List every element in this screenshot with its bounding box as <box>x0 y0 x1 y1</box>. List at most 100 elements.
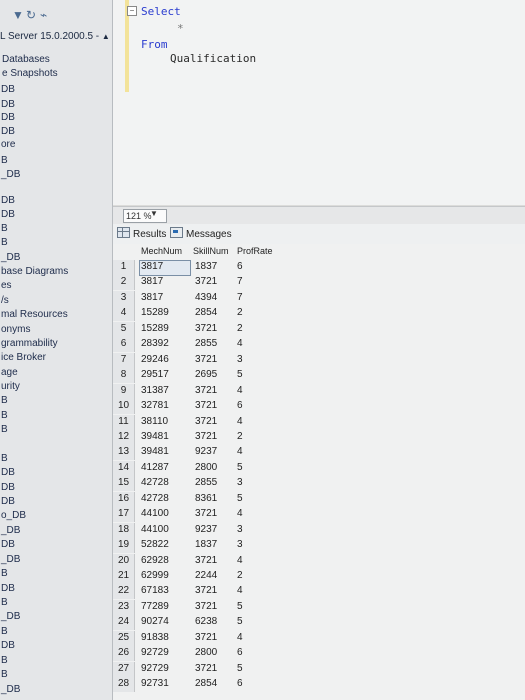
collapse-icon[interactable]: − <box>127 6 137 16</box>
table-row[interactable]: 16 42728 8361 5 <box>113 491 525 508</box>
row-number[interactable]: 19 <box>113 538 135 554</box>
table-cell[interactable]: 3721 <box>195 399 217 413</box>
table-row[interactable]: 2 3817 3721 7 <box>113 275 525 291</box>
table-cell[interactable]: 4 <box>237 445 243 459</box>
table-cell[interactable]: 39481 <box>141 445 169 459</box>
tree-node[interactable]: B <box>1 223 8 234</box>
tree-node[interactable]: o_DB <box>1 510 26 521</box>
row-number[interactable]: 21 <box>113 569 135 584</box>
tree-node[interactable]: mal Resources <box>1 309 68 320</box>
row-number[interactable]: 7 <box>113 352 135 368</box>
table-row[interactable]: 7 29246 3721 3 <box>113 352 525 369</box>
chevron-down-icon[interactable]: ▼ <box>150 209 158 218</box>
table-cell[interactable]: 4394 <box>195 291 217 305</box>
row-number[interactable]: 28 <box>113 677 135 693</box>
tree-node[interactable]: _DB <box>1 525 20 536</box>
table-cell[interactable]: 7 <box>237 275 243 289</box>
table-cell[interactable]: 2 <box>237 322 243 336</box>
row-number[interactable]: 15 <box>113 476 135 492</box>
table-cell[interactable]: 4 <box>237 337 243 351</box>
tree-node[interactable]: DB <box>1 539 15 550</box>
table-cell[interactable]: 9237 <box>195 523 217 537</box>
tree-node[interactable]: DB <box>1 209 15 220</box>
tree-node[interactable]: urity <box>1 381 20 392</box>
query-editor[interactable]: − Select * From Qualification <box>113 0 525 205</box>
table-cell[interactable]: 3721 <box>195 662 217 676</box>
table-cell[interactable]: 2800 <box>195 461 217 475</box>
table-cell[interactable]: 29517 <box>141 368 169 382</box>
server-node[interactable]: L Server 15.0.2000.5 - ▲ <box>0 31 112 42</box>
table-row[interactable]: 15 42728 2855 3 <box>113 476 525 492</box>
row-number[interactable]: 26 <box>113 646 135 662</box>
tree-node[interactable]: es <box>1 280 12 291</box>
table-cell[interactable]: 62999 <box>141 569 169 583</box>
row-number[interactable]: 3 <box>113 290 135 306</box>
table-cell[interactable]: 4 <box>237 554 243 568</box>
table-cell[interactable]: 90274 <box>141 615 169 629</box>
table-row[interactable]: 27 92729 3721 5 <box>113 661 525 678</box>
tree-node[interactable]: DB <box>1 112 15 123</box>
tree-node[interactable]: _DB <box>1 169 20 180</box>
table-row[interactable]: 8 29517 2695 5 <box>113 368 525 384</box>
funnel-icon[interactable]: ▼ <box>12 8 24 22</box>
tree-node[interactable]: grammability <box>1 338 58 349</box>
column-header-profrate[interactable]: ProfRate <box>237 246 273 259</box>
table-cell[interactable]: 3721 <box>195 275 217 289</box>
tree-node[interactable]: B <box>1 155 8 166</box>
table-cell[interactable]: 5 <box>237 615 243 629</box>
table-cell[interactable]: 2244 <box>195 569 217 583</box>
table-row[interactable]: 10 32781 3721 6 <box>113 399 525 415</box>
table-cell[interactable]: 1837 <box>195 538 217 552</box>
tree-node[interactable]: B <box>1 669 8 680</box>
table-cell[interactable]: 2854 <box>195 306 217 320</box>
table-cell[interactable]: 3721 <box>195 554 217 568</box>
table-cell[interactable]: 15289 <box>141 306 169 320</box>
row-number[interactable]: 23 <box>113 599 135 615</box>
table-cell[interactable]: 44100 <box>141 507 169 521</box>
table-cell[interactable]: 2855 <box>195 476 217 490</box>
tree-node[interactable]: DB <box>1 496 15 507</box>
row-number[interactable]: 6 <box>113 337 135 353</box>
tree-node[interactable]: B <box>1 655 8 666</box>
table-cell[interactable]: 9237 <box>195 445 217 459</box>
table-cell[interactable]: 15289 <box>141 322 169 336</box>
table-cell[interactable]: 3 <box>237 538 243 552</box>
table-row[interactable]: 22 67183 3721 4 <box>113 584 525 600</box>
table-cell[interactable]: 5 <box>237 492 243 506</box>
column-header-skillnum[interactable]: SkillNum <box>193 246 229 259</box>
table-cell[interactable]: 92729 <box>141 646 169 660</box>
table-row[interactable]: 20 62928 3721 4 <box>113 553 525 570</box>
table-row[interactable]: 21 62999 2244 2 <box>113 569 525 585</box>
table-cell[interactable]: 6 <box>237 646 243 660</box>
table-row[interactable]: 11 38110 3721 4 <box>113 414 525 431</box>
tree-node[interactable]: age <box>1 367 18 378</box>
table-cell[interactable]: 2800 <box>195 646 217 660</box>
table-cell[interactable]: 5 <box>237 461 243 475</box>
tree-node[interactable]: DB <box>1 467 15 478</box>
table-cell[interactable]: 52822 <box>141 538 169 552</box>
table-cell[interactable]: 2854 <box>195 677 217 691</box>
table-row[interactable]: 13 39481 9237 4 <box>113 445 525 461</box>
table-cell[interactable]: 92729 <box>141 662 169 676</box>
tree-node[interactable]: _DB <box>1 684 20 695</box>
table-cell[interactable]: 44100 <box>141 523 169 537</box>
table-cell[interactable]: 3 <box>237 476 243 490</box>
tree-node[interactable]: B <box>1 626 8 637</box>
tree-node[interactable]: _DB <box>1 252 20 263</box>
tree-node[interactable]: B <box>1 568 8 579</box>
table-cell[interactable]: 67183 <box>141 584 169 598</box>
table-cell[interactable]: 6 <box>237 399 243 413</box>
table-cell[interactable]: 2855 <box>195 337 217 351</box>
table-row[interactable]: 5 15289 3721 2 <box>113 321 525 338</box>
table-cell[interactable]: 1837 <box>195 260 217 274</box>
table-row[interactable]: 9 31387 3721 4 <box>113 383 525 400</box>
table-cell[interactable]: 29246 <box>141 353 169 367</box>
tree-node[interactable]: /s <box>1 295 9 306</box>
results-grid[interactable]: MechNum SkillNum ProfRate 1 3817 1837 6 2 381… <box>113 244 525 700</box>
table-cell[interactable]: 6238 <box>195 615 217 629</box>
table-cell[interactable]: 28392 <box>141 337 169 351</box>
tree-node[interactable]: base Diagrams <box>1 266 68 277</box>
tree-node[interactable]: DB <box>1 84 15 95</box>
table-cell[interactable]: 2 <box>237 430 243 444</box>
row-number[interactable]: 1 <box>113 260 135 275</box>
